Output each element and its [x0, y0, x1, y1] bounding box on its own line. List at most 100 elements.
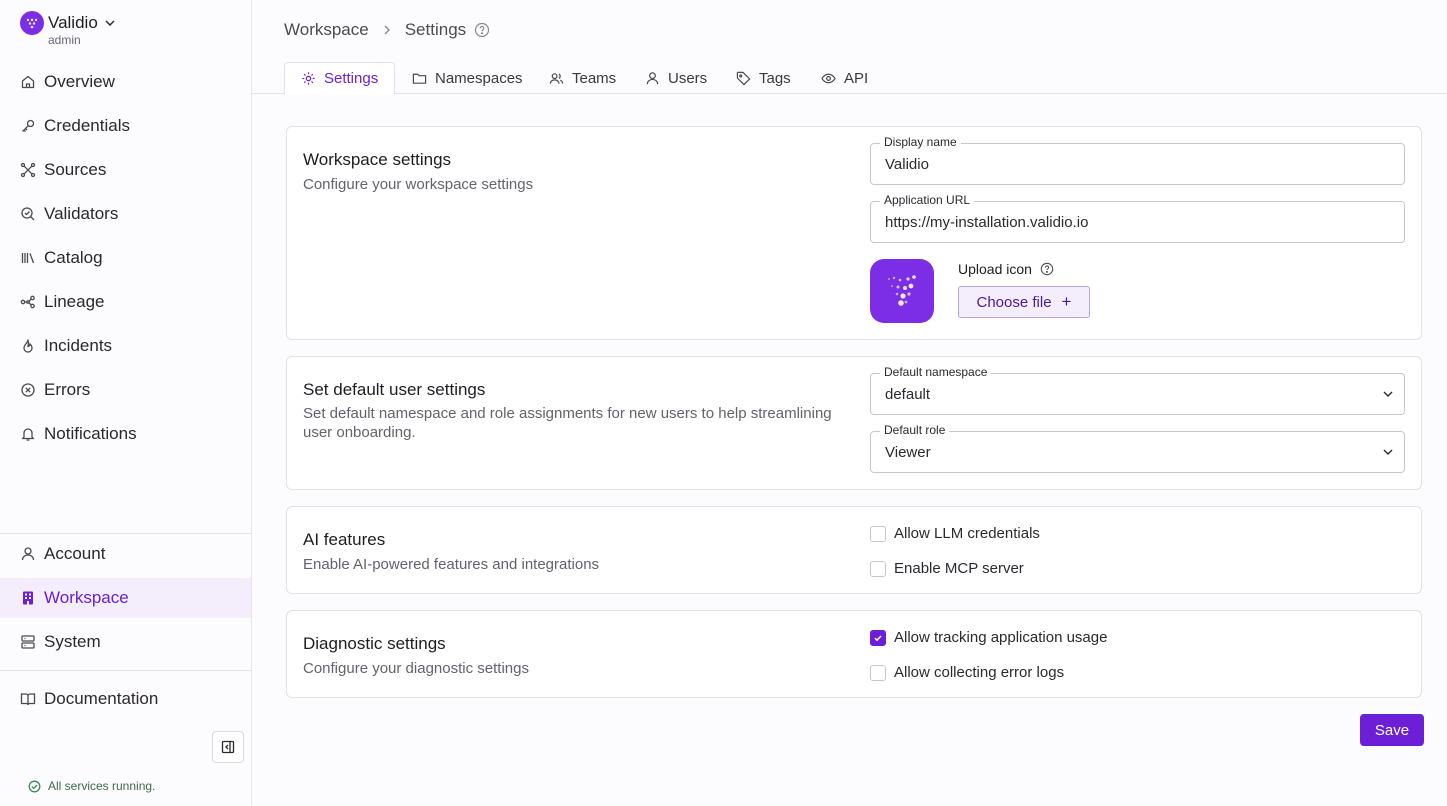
- tab-users[interactable]: Users: [645, 62, 707, 94]
- nav-item-workspace[interactable]: Workspace: [0, 578, 251, 618]
- choose-file-label: Choose file: [976, 293, 1052, 311]
- checkbox-label: Allow tracking application usage: [894, 629, 1108, 646]
- book-icon: [20, 691, 36, 707]
- sidebar: Validio admin Overview Credentials Sourc…: [0, 0, 252, 806]
- nav-item-incidents[interactable]: Incidents: [0, 326, 251, 366]
- nav-item-errors[interactable]: Errors: [0, 370, 251, 410]
- folder-icon: [412, 71, 427, 86]
- choose-file-button[interactable]: Choose file +: [958, 286, 1090, 318]
- help-icon[interactable]: [1040, 262, 1054, 276]
- tab-api[interactable]: API: [821, 62, 868, 94]
- tab-label: Tags: [759, 69, 791, 87]
- default-role-select[interactable]: Default role Viewer: [870, 423, 1405, 473]
- checkbox[interactable]: [870, 525, 886, 542]
- tab-label: Namespaces: [435, 69, 523, 87]
- breadcrumb: Workspace Settings: [284, 20, 490, 40]
- field-value: https://my-installation.validio.io: [885, 214, 1089, 231]
- nav-item-documentation[interactable]: Documentation: [0, 679, 251, 719]
- nav-label: Overview: [44, 72, 115, 91]
- field-label: Default role: [880, 423, 950, 437]
- check-icon: [874, 634, 882, 641]
- workspace-icon-preview: [870, 259, 934, 323]
- allow-error-logs-checkbox[interactable]: Allow collecting error logs: [870, 664, 1064, 681]
- chevron-down-icon: [1382, 388, 1394, 400]
- nav-item-account[interactable]: Account: [0, 534, 251, 574]
- breadcrumb-workspace[interactable]: Workspace: [284, 20, 369, 40]
- nav-label: Lineage: [44, 292, 105, 311]
- workspace-name: Validio: [48, 13, 98, 32]
- nav-label: System: [44, 632, 101, 651]
- nav-label: Validators: [44, 204, 119, 223]
- display-name-field[interactable]: Display name Validio: [870, 135, 1405, 185]
- allow-tracking-usage-checkbox[interactable]: Allow tracking application usage: [870, 629, 1107, 646]
- card-description: Configure your workspace settings: [303, 176, 534, 193]
- nav-label: Notifications: [44, 424, 137, 443]
- user-icon: [20, 546, 36, 562]
- checkbox[interactable]: [870, 560, 886, 577]
- checkbox-label: Allow LLM credentials: [894, 525, 1040, 542]
- nav-item-sources[interactable]: Sources: [0, 150, 251, 190]
- settings-nav: Account Workspace System: [0, 534, 251, 666]
- error-icon: [20, 382, 36, 398]
- enable-mcp-server-checkbox[interactable]: Enable MCP server: [870, 560, 1024, 577]
- sidebar-collapse-icon: [221, 740, 235, 754]
- tab-namespaces[interactable]: Namespaces: [412, 62, 523, 94]
- validio-logo-icon: [20, 11, 44, 35]
- nav-item-notifications[interactable]: Notifications: [0, 414, 251, 454]
- upload-icon-label: Upload icon: [958, 261, 1054, 277]
- nav-item-lineage[interactable]: Lineage: [0, 282, 251, 322]
- tab-label: API: [844, 69, 869, 87]
- flame-icon: [20, 338, 36, 354]
- chevron-right-icon: [381, 24, 393, 36]
- tab-label: Settings: [324, 70, 379, 87]
- allow-llm-credentials-checkbox[interactable]: Allow LLM credentials: [870, 525, 1040, 542]
- tag-icon: [736, 71, 751, 86]
- bell-icon: [20, 426, 36, 442]
- card-description: Configure your diagnostic settings: [303, 660, 529, 677]
- nav-item-overview[interactable]: Overview: [0, 62, 251, 102]
- nav-item-system[interactable]: System: [0, 622, 251, 662]
- card-title: Set default user settings: [303, 380, 486, 399]
- card-description: Enable AI-powered features and integrati…: [303, 556, 600, 573]
- checkbox-checked[interactable]: [870, 629, 886, 646]
- field-value: default: [885, 386, 931, 403]
- tab-tags[interactable]: Tags: [736, 62, 791, 94]
- nav-item-credentials[interactable]: Credentials: [0, 106, 251, 146]
- checkbox-label: Allow collecting error logs: [894, 664, 1065, 681]
- status-text: All services running.: [48, 779, 156, 793]
- home-icon: [20, 74, 36, 90]
- save-button[interactable]: Save: [1360, 714, 1424, 746]
- tab-settings[interactable]: Settings: [284, 62, 396, 95]
- card-title: Diagnostic settings: [303, 634, 446, 653]
- users-icon: [549, 71, 564, 86]
- chevron-down-icon: [104, 17, 116, 29]
- breadcrumb-settings: Settings: [404, 20, 467, 39]
- nav-item-validators[interactable]: Validators: [0, 194, 251, 234]
- nav-label: Catalog: [44, 248, 103, 267]
- application-url-field[interactable]: Application URL https://my-installation.…: [870, 193, 1405, 243]
- nav-label: Credentials: [44, 116, 130, 135]
- upload-icon-text: Upload icon: [958, 261, 1032, 277]
- workspace-switcher[interactable]: Validio: [20, 11, 116, 35]
- card-description: Set default namespace and role assignmen…: [303, 405, 832, 441]
- validator-icon: [20, 206, 36, 222]
- eye-icon: [821, 71, 836, 86]
- docs-nav: Documentation: [0, 679, 251, 723]
- nav-label: Documentation: [44, 689, 159, 708]
- plus-icon: +: [1061, 292, 1072, 311]
- default-namespace-select[interactable]: Default namespace default: [870, 365, 1405, 415]
- nav-label: Errors: [44, 380, 91, 399]
- help-icon[interactable]: [474, 22, 490, 38]
- field-label: Application URL: [880, 193, 975, 207]
- chevron-down-icon: [1382, 446, 1394, 458]
- checkbox-label: Enable MCP server: [894, 560, 1024, 577]
- tab-teams[interactable]: Teams: [549, 62, 616, 94]
- field-value: Viewer: [885, 444, 931, 461]
- nav-label: Account: [44, 544, 106, 563]
- catalog-icon: [20, 250, 36, 266]
- sources-icon: [20, 162, 36, 178]
- card-title: Workspace settings: [303, 150, 452, 169]
- collapse-sidebar-button[interactable]: [212, 731, 244, 763]
- nav-item-catalog[interactable]: Catalog: [0, 238, 251, 278]
- checkbox[interactable]: [870, 664, 886, 681]
